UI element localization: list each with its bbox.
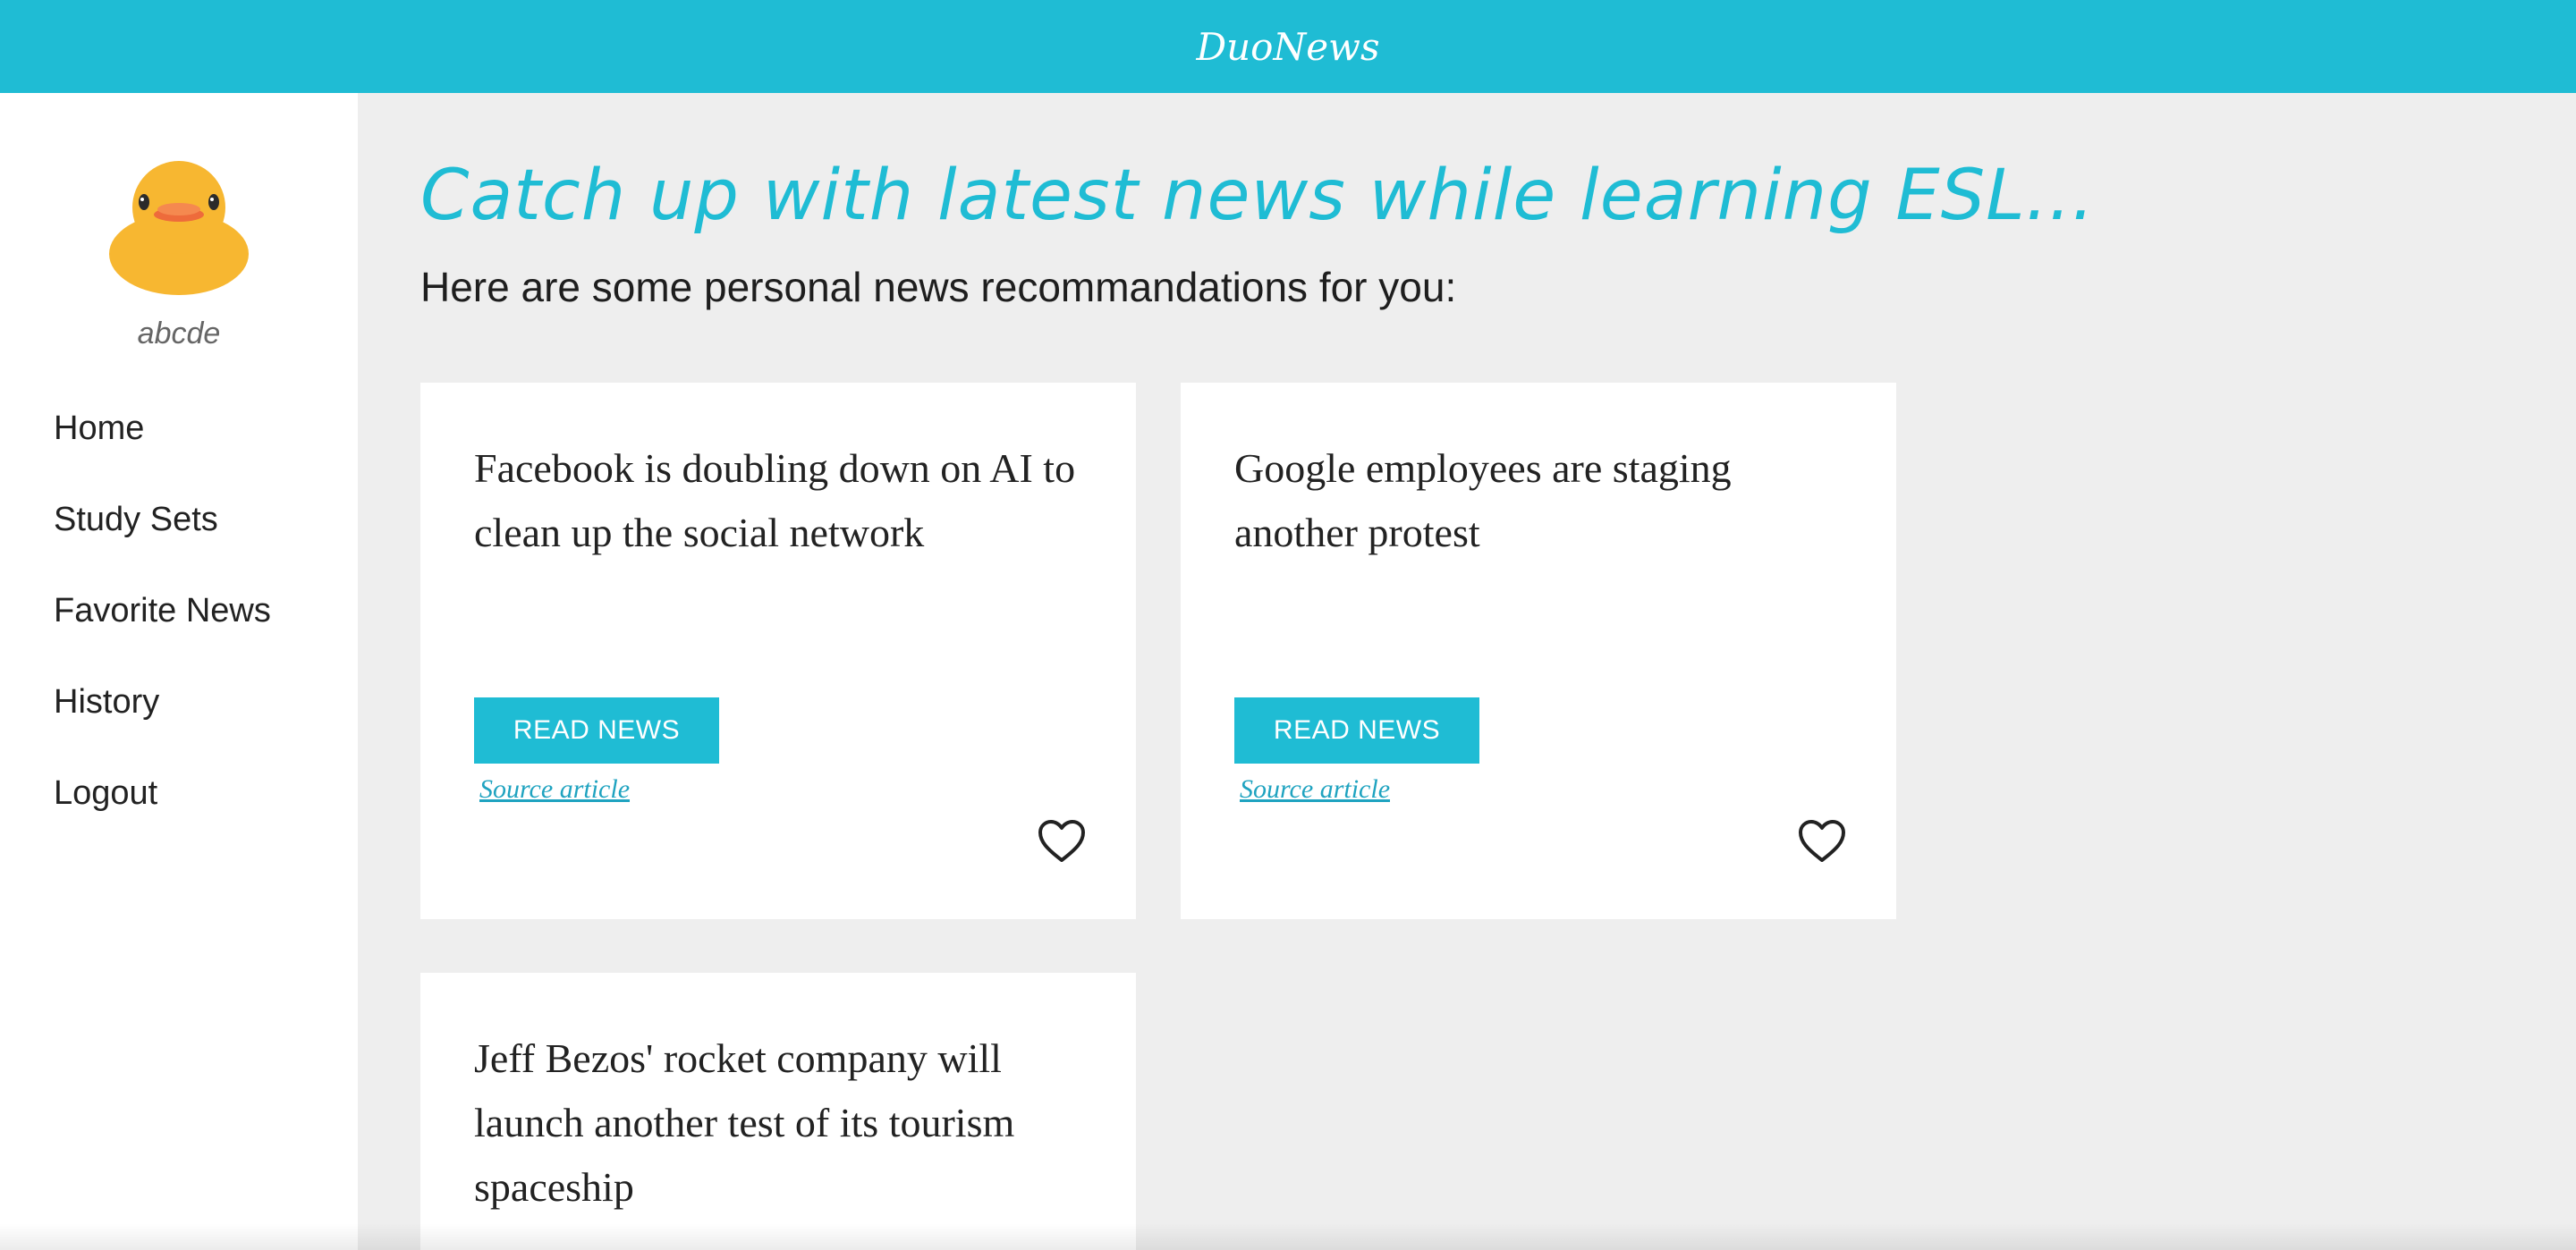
sidebar-item-home[interactable]: Home xyxy=(54,406,271,497)
source-article-link[interactable]: Source article xyxy=(1240,774,1390,805)
main-content: Catch up with latest news while learning… xyxy=(358,93,2576,1250)
read-news-button[interactable]: READ NEWS xyxy=(1234,697,1479,764)
news-card-title: Facebook is doubling down on AI to clean… xyxy=(474,445,1076,555)
username: abcde xyxy=(137,317,221,351)
page-subheading: Here are some personal news recommandati… xyxy=(420,264,1457,310)
app-brand-title[interactable]: DuoNews xyxy=(1196,25,1379,69)
source-article-link[interactable]: Source article xyxy=(479,774,630,805)
heart-outline-icon[interactable] xyxy=(1038,819,1086,864)
sidebar: abcde Home Study Sets Favorite News Hist… xyxy=(0,93,358,1250)
sidebar-item-study-sets[interactable]: Study Sets xyxy=(54,497,271,588)
news-card: Google employees are staging another pro… xyxy=(1181,383,1896,919)
rubber-duck-icon[interactable] xyxy=(107,154,250,297)
sidebar-item-history[interactable]: History xyxy=(54,680,271,771)
news-card-title: Google employees are staging another pro… xyxy=(1234,445,1732,555)
page-headline: Catch up with latest news while learning… xyxy=(420,156,2096,236)
news-card: Facebook is doubling down on AI to clean… xyxy=(420,383,1136,919)
top-app-bar: DuoNews xyxy=(0,0,2576,93)
news-card: Jeff Bezos' rocket company will launch a… xyxy=(420,973,1136,1250)
heart-outline-icon[interactable] xyxy=(1798,819,1846,864)
read-news-button[interactable]: READ NEWS xyxy=(474,697,719,764)
news-card-title: Jeff Bezos' rocket company will launch a… xyxy=(474,1035,1015,1210)
sidebar-item-favorite-news[interactable]: Favorite News xyxy=(54,588,271,680)
sidebar-nav: Home Study Sets Favorite News History Lo… xyxy=(54,406,271,862)
sidebar-item-logout[interactable]: Logout xyxy=(54,771,271,862)
